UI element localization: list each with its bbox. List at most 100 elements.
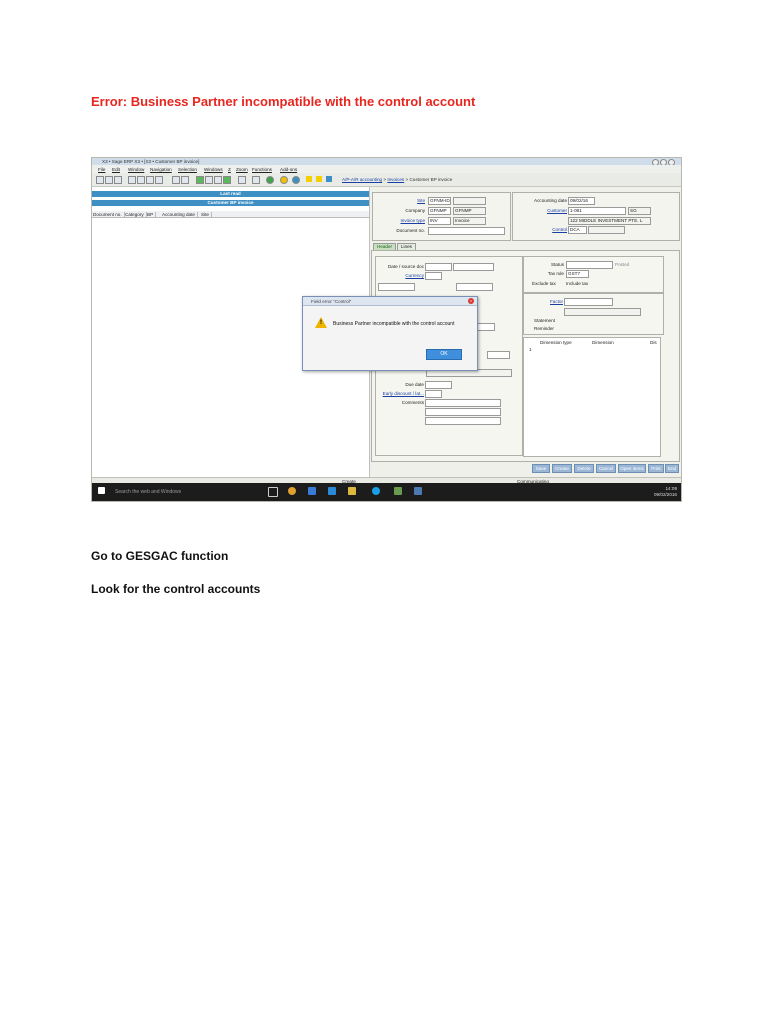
customer-field[interactable]: 1-081 [568,207,626,215]
first-record-icon[interactable] [128,176,136,184]
accounting-date-field[interactable]: 09/02/16 [568,197,595,205]
last-record-icon[interactable] [155,176,163,184]
system-tray-clock[interactable]: 14:08 09/02/2016 [654,486,677,497]
next-icon[interactable] [146,176,154,184]
invoice-type-label[interactable]: Invoice type [400,218,425,223]
file-explorer-icon[interactable] [348,487,356,495]
link-icon[interactable] [172,176,180,184]
print-button[interactable]: Print [648,464,664,473]
tax-rule-label: Tax rule [547,271,564,276]
delete-button[interactable]: Delete [574,464,594,473]
new-icon[interactable] [96,176,104,184]
end-button[interactable]: End [665,464,679,473]
breadcrumb-ap-ar[interactable]: A/P-A/R accounting [342,177,382,182]
favorites-icon[interactable] [316,176,322,182]
hidden-field-2[interactable] [487,351,510,359]
menu-functions[interactable]: Functions [252,167,272,172]
store-icon[interactable] [308,487,316,495]
excel-icon[interactable] [196,176,204,184]
company-field[interactable]: GFNMP [428,207,451,215]
status-select[interactable] [566,261,613,269]
save-button[interactable]: Save [532,464,550,473]
early-discount-label[interactable]: Early discount / lat... [383,391,424,396]
dialog-close-icon[interactable]: × [468,298,474,304]
early-discount-field[interactable] [425,390,442,398]
last-read-header[interactable]: Last read [92,191,369,197]
refresh-icon[interactable] [266,176,274,184]
date-field[interactable] [425,263,452,271]
menu-z[interactable]: Z [228,167,231,172]
exclude-tax-radio[interactable]: Exclude tax [532,281,556,286]
copy-icon[interactable] [205,176,213,184]
info-icon[interactable] [292,176,300,184]
amount-field[interactable] [456,283,493,291]
taskbar-search[interactable]: Search the web and Windows [115,489,181,495]
factor-field[interactable] [564,298,613,306]
create-button[interactable]: Create [552,464,572,473]
chrome-icon[interactable] [288,487,296,495]
chart-icon[interactable] [252,176,260,184]
comments-field-2[interactable] [425,408,501,416]
source-doc-field[interactable] [453,263,494,271]
paste-icon[interactable] [214,176,222,184]
statement-checkbox[interactable]: Statement [534,318,555,323]
task-view-icon[interactable] [268,487,278,497]
view-icon[interactable] [181,176,189,184]
menu-bar: File Edit Window Navigation Selection Wi… [92,165,681,173]
rate-field[interactable] [378,283,415,291]
comments-field-3[interactable] [425,417,501,425]
previous-icon[interactable] [137,176,145,184]
help-icon[interactable] [280,176,288,184]
open-items-button[interactable]: Open items [618,464,646,473]
breadcrumb-invoices[interactable]: Invoices [387,177,404,182]
col-bp[interactable]: BP [147,211,157,217]
customer-label[interactable]: Customer [547,208,567,213]
grid-col-dimension[interactable]: Dimension [592,340,614,345]
dimensions-grid: Dimension type Dimension Dis 1 [523,337,661,457]
tax-rule-field[interactable]: GST7 [566,270,589,278]
reminder-checkbox[interactable]: Reminder [534,326,554,331]
currency-label[interactable]: Currency [405,273,424,278]
navigation-icon[interactable] [326,176,332,182]
grid-icon[interactable] [238,176,246,184]
menu-navigation[interactable]: Navigation [150,167,172,172]
dialog-ok-button[interactable]: OK [426,349,462,360]
edge-icon[interactable] [328,487,336,495]
save-icon[interactable] [114,176,122,184]
windows-start-icon[interactable] [98,487,105,494]
menu-file[interactable]: File [98,167,105,172]
star-icon[interactable] [306,176,312,182]
grid-col-dimension-type[interactable]: Dimension type [540,340,572,345]
menu-edit[interactable]: Edit [112,167,120,172]
app-icon[interactable] [414,487,422,495]
menu-windows[interactable]: Windows [204,167,223,172]
menu-addons[interactable]: Add-ons [280,167,297,172]
grid-col-dis[interactable]: Dis [650,340,657,345]
due-date-field[interactable] [425,381,452,389]
col-document-no[interactable]: Document no. [93,211,125,217]
menu-zoom[interactable]: Zoom [236,167,248,172]
col-accounting-date[interactable]: Accounting date [162,211,198,217]
print-icon[interactable] [105,176,113,184]
factor-label[interactable]: Factor [550,299,563,304]
site-field[interactable]: GFNM-ID [428,197,451,205]
invoice-type-field[interactable]: INV [428,217,451,225]
menu-window[interactable]: Window [128,167,144,172]
currency-field[interactable] [425,272,442,280]
header-left-block: Site GFNM-ID Company GFNMP GFNMP Invoice… [372,192,511,241]
sage-app-icon[interactable] [394,487,402,495]
menu-selection[interactable]: Selection [178,167,197,172]
include-tax-radio[interactable]: Include tax [566,281,588,286]
window-title-bar: X3 • Sage ERP X3 • [X3 • Customer BP inv… [92,158,681,166]
list-title-header[interactable]: Customer BP invoice [92,200,369,206]
col-category[interactable]: Category [125,211,147,217]
document-no-field[interactable] [428,227,505,235]
cancel-button[interactable]: Cancel [596,464,616,473]
control-label[interactable]: Control [552,227,567,232]
export-icon[interactable] [223,176,231,184]
comments-field-1[interactable] [425,399,501,407]
control-field[interactable]: DCA [568,226,587,234]
site-label[interactable]: Site [417,198,425,203]
col-site[interactable]: Site [201,211,212,217]
skype-icon[interactable] [372,487,380,495]
